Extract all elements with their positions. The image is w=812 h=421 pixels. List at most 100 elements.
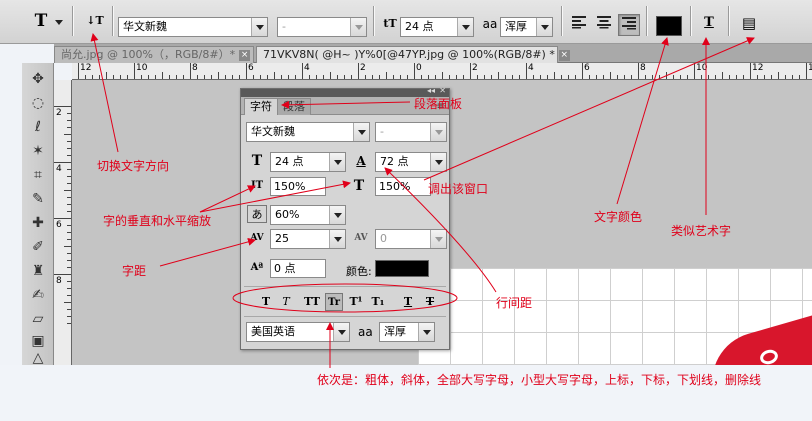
- font-size-icon: tT: [383, 17, 397, 30]
- ruler-tick: [729, 75, 730, 79]
- faux-bold-button[interactable]: T: [257, 293, 275, 311]
- font-family-select[interactable]: 华文新魏: [118, 17, 268, 37]
- ruler-tick: [344, 75, 345, 79]
- ruler-tick: [442, 72, 443, 79]
- tab-paragraph[interactable]: 段落: [277, 98, 311, 115]
- strikethrough-button[interactable]: T: [421, 293, 439, 311]
- vertical-scale-input[interactable]: 150%: [270, 177, 326, 196]
- ruler-tick: [743, 75, 744, 79]
- tracking-value: 25: [275, 232, 289, 245]
- panel-antialias-select[interactable]: 浑厚: [379, 322, 435, 342]
- tab-document-1-label: 尚允.jpg @ 100%（，RGB/8#）*: [61, 48, 236, 61]
- leading-select[interactable]: 72 点: [375, 152, 447, 172]
- tracking-select[interactable]: 25: [270, 229, 346, 249]
- marquee-tool-icon[interactable]: ◌: [27, 93, 49, 113]
- underline-button[interactable]: T: [399, 293, 417, 311]
- all-caps-button[interactable]: TT: [303, 293, 321, 311]
- faux-italic-button[interactable]: T: [277, 293, 295, 311]
- panel-font-size-select[interactable]: 24 点: [270, 152, 346, 172]
- subscript-button[interactable]: T₁: [369, 293, 387, 311]
- ruler-tick: [547, 75, 548, 79]
- tool-preset-chevron-down-icon[interactable]: [55, 20, 63, 25]
- ruler-tick: [67, 183, 71, 184]
- tab-character[interactable]: 字符: [244, 98, 278, 115]
- ruler-tick: [407, 75, 408, 79]
- horizontal-ruler: 121086420246810121416182022: [72, 63, 812, 80]
- antialias-select[interactable]: 浑厚: [500, 17, 553, 37]
- text-color-swatch[interactable]: [656, 16, 682, 36]
- panel-font-family-select[interactable]: 华文新魏: [246, 122, 370, 142]
- tab-document-2[interactable]: 71VKV8N( @H~ )Y%0[@47YP.jpg @ 100%(RGB/8…: [256, 46, 570, 63]
- toggle-text-orientation-icon[interactable]: ↓T: [84, 10, 106, 32]
- ruler-tick: [778, 72, 779, 79]
- ruler-tick: [253, 75, 254, 79]
- ruler-tick: [722, 72, 723, 79]
- ruler-tick: [134, 63, 135, 79]
- collapse-icon[interactable]: ◂◂: [427, 86, 435, 95]
- panel-font-style-select[interactable]: -: [375, 122, 447, 142]
- clone-stamp-tool-icon[interactable]: ♜: [27, 261, 49, 281]
- horizontal-scale-input[interactable]: 150%: [375, 177, 431, 196]
- gradient-tool-icon[interactable]: ▣: [27, 331, 49, 351]
- ruler-tick: [67, 288, 71, 289]
- superscript-button[interactable]: T¹: [347, 293, 365, 311]
- magic-wand-tool-icon[interactable]: ✶: [27, 141, 49, 161]
- ruler-tick-label: 4: [528, 63, 534, 73]
- ruler-tick: [67, 176, 71, 177]
- kerning-select[interactable]: 0: [375, 229, 447, 249]
- eyedropper-tool-icon[interactable]: ✎: [27, 189, 49, 209]
- ruler-tick: [687, 75, 688, 79]
- eraser-tool-icon[interactable]: ▱: [27, 309, 49, 329]
- annotation-warp-text: 类似艺术字: [671, 224, 732, 238]
- antialias-value: 浑厚: [505, 20, 527, 33]
- ruler-tick: [568, 75, 569, 79]
- ruler-tick: [694, 63, 695, 79]
- ruler-tick-label: 10: [136, 63, 148, 73]
- close-icon[interactable]: ✕: [439, 86, 446, 95]
- font-size-select[interactable]: 24 点: [400, 17, 474, 37]
- tab-document-1[interactable]: 尚允.jpg @ 100%（，RGB/8#）* ×: [54, 46, 254, 63]
- close-icon[interactable]: ×: [239, 49, 251, 61]
- ruler-tick: [67, 295, 71, 296]
- language-select[interactable]: 美国英语: [246, 322, 350, 342]
- ruler-tick: [379, 75, 380, 79]
- ruler-tick: [519, 75, 520, 79]
- brush-tool-icon[interactable]: ✐: [27, 237, 49, 257]
- history-brush-tool-icon[interactable]: ✍: [27, 285, 49, 305]
- ruler-tick: [67, 316, 71, 317]
- ruler-tick: [764, 75, 765, 79]
- ruler-tick: [225, 75, 226, 79]
- small-caps-button[interactable]: Tr: [325, 293, 343, 311]
- align-right-icon[interactable]: [618, 14, 640, 36]
- warp-text-icon[interactable]: T: [698, 12, 720, 34]
- ruler-tick: [99, 75, 100, 79]
- ruler-tick: [561, 75, 562, 79]
- type-tool-icon[interactable]: T: [30, 10, 52, 32]
- close-icon[interactable]: ×: [558, 49, 570, 61]
- annotation-toggle-orientation: 切换文字方向: [97, 159, 170, 173]
- ruler-tick: [127, 75, 128, 79]
- ruler-tick: [323, 75, 324, 79]
- annotation-paragraph-panel: 段落面板: [414, 97, 463, 111]
- align-center-icon[interactable]: [593, 14, 615, 36]
- crop-tool-icon[interactable]: ⌗: [27, 165, 49, 185]
- toggle-character-panel-icon[interactable]: ▤: [738, 12, 760, 34]
- ruler-tick: [400, 75, 401, 79]
- ruler-tick: [288, 75, 289, 79]
- character-ratio-select[interactable]: 60%: [270, 205, 346, 225]
- divider: [244, 286, 446, 287]
- character-ratio-value: 60%: [275, 208, 300, 221]
- panel-color-swatch[interactable]: [375, 260, 429, 277]
- options-bar: T ↓T 华文新魏 - tT 24 点 aa 浑厚 T ▤: [0, 0, 812, 44]
- font-style-select[interactable]: -: [277, 17, 367, 37]
- antialias-icon: aa: [358, 325, 373, 339]
- lasso-tool-icon[interactable]: ℓ: [27, 117, 49, 137]
- ruler-tick-label: 2: [472, 63, 478, 73]
- blur-tool-icon[interactable]: △: [27, 351, 49, 365]
- align-left-icon[interactable]: [568, 14, 590, 36]
- baseline-shift-input[interactable]: 0 点: [270, 259, 326, 278]
- healing-brush-tool-icon[interactable]: ✚: [27, 213, 49, 233]
- move-tool-icon[interactable]: ✥: [27, 69, 49, 89]
- ruler-tick-label: 6: [248, 63, 254, 73]
- ruler-tick: [610, 72, 611, 79]
